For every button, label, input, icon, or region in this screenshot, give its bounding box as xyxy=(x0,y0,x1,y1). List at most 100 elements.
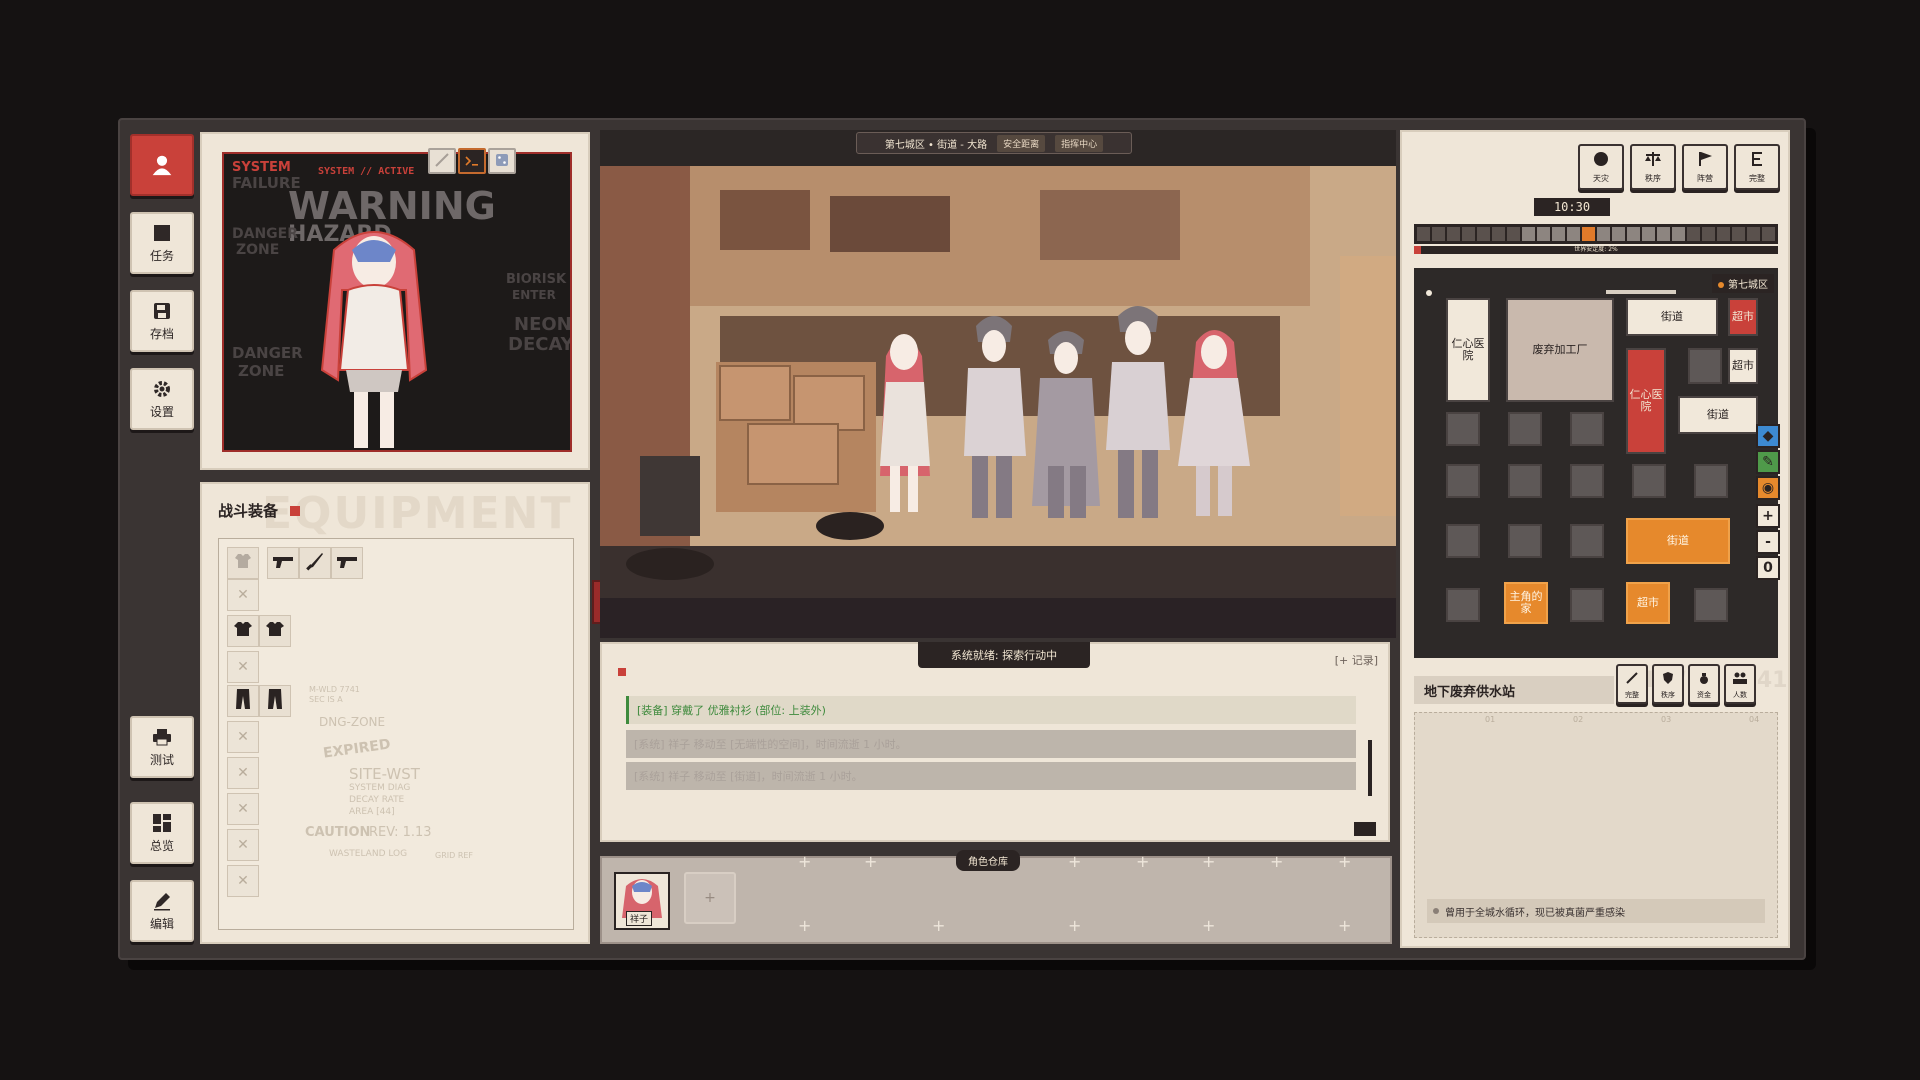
graffiti-text: DECAY xyxy=(508,334,572,355)
location-tag[interactable]: 安全距离 xyxy=(997,134,1046,152)
map-block[interactable] xyxy=(1570,412,1604,446)
location-name: 第七城区 • 街道 - 大路 xyxy=(884,139,988,151)
map-layer-button[interactable]: ◆ xyxy=(1756,424,1780,448)
map-block[interactable] xyxy=(1688,348,1722,384)
map-block[interactable] xyxy=(1570,588,1604,622)
location-stat-population[interactable]: 人数 xyxy=(1724,664,1756,704)
equip-slot-weapon[interactable] xyxy=(267,547,299,579)
log-header: 系统就绪: 探索行动中 xyxy=(918,642,1090,668)
time-slot xyxy=(1702,227,1715,241)
map-block-supermarket[interactable]: 超市 xyxy=(1728,298,1758,336)
equip-slot-sidearm[interactable] xyxy=(331,547,363,579)
sidebar-item-settings[interactable]: 设置 xyxy=(130,368,194,430)
stamp-text: DECAY RATE xyxy=(349,795,405,805)
map-block-supermarket[interactable]: 超市 xyxy=(1626,582,1670,624)
graffiti-text: BIORISK xyxy=(506,272,567,287)
district-name: 第七城区 xyxy=(1728,280,1768,291)
map-view-button[interactable]: ◉ xyxy=(1756,476,1780,500)
log-scrollbar[interactable] xyxy=(1368,740,1372,796)
add-character-button[interactable]: + xyxy=(684,872,736,924)
map-block-home[interactable]: 主角的家 xyxy=(1504,582,1548,624)
map-block[interactable] xyxy=(1446,412,1480,446)
equip-slot-blade[interactable] xyxy=(299,547,331,579)
map-block[interactable] xyxy=(1570,464,1604,498)
equip-slot-empty[interactable]: ✕ xyxy=(227,865,259,897)
equip-slot-top-inner[interactable] xyxy=(227,615,259,647)
location-tag[interactable]: 指挥中心 xyxy=(1055,134,1104,152)
equip-slot-empty[interactable]: ✕ xyxy=(227,651,259,683)
shield-icon xyxy=(1662,669,1674,688)
equip-slot-empty[interactable]: ✕ xyxy=(227,721,259,753)
graffiti-text: NEON xyxy=(514,314,572,335)
map-block-current-location[interactable]: 街道 xyxy=(1626,518,1730,564)
equip-slot-empty[interactable]: ✕ xyxy=(227,757,259,789)
location-stat-funds[interactable]: 资金 xyxy=(1688,664,1720,704)
sidebar-item-save[interactable]: 存档 xyxy=(130,290,194,352)
sidebar-item-edit[interactable]: 编辑 xyxy=(130,880,194,942)
warehouse-title: 角色仓库 xyxy=(956,850,1020,871)
map-block-street[interactable]: 街道 xyxy=(1626,298,1718,336)
map-block-supermarket[interactable]: 超市 xyxy=(1728,348,1758,384)
zoom-reset-button[interactable]: 0 xyxy=(1756,556,1780,580)
stat-button-integrity[interactable]: 完整 xyxy=(1734,144,1780,190)
equip-slot-empty[interactable]: ✕ xyxy=(227,793,259,825)
map-block-hospital[interactable]: 仁心医院 xyxy=(1446,298,1490,402)
event-log-panel: 系统就绪: 探索行动中 [+ 记录] [装备] 穿戴了 优雅衬衫 (部位: 上装… xyxy=(600,642,1390,842)
location-stat-order[interactable]: 秩序 xyxy=(1652,664,1684,704)
map-block[interactable] xyxy=(1570,524,1604,558)
map-block-hospital-alert[interactable]: 仁心医院 xyxy=(1626,348,1666,454)
stat-button-label: 秩序 xyxy=(1645,173,1661,183)
stamp-text: AREA [44] xyxy=(349,807,395,817)
stat-button-label: 天灾 xyxy=(1593,173,1609,183)
equip-slot-top-outer[interactable] xyxy=(259,615,291,647)
sidebar-item-test[interactable]: 测试 xyxy=(130,716,194,778)
sidebar-item-task[interactable]: 任务 xyxy=(130,212,194,274)
stat-button-order[interactable]: 秩序 xyxy=(1630,144,1676,190)
time-slot xyxy=(1477,227,1490,241)
map-block-street[interactable]: 街道 xyxy=(1678,396,1758,434)
terminal-tool-button[interactable] xyxy=(458,148,486,174)
map-block[interactable] xyxy=(1694,588,1728,622)
location-stat-integrity[interactable]: 完整 xyxy=(1616,664,1648,704)
map-block[interactable] xyxy=(1508,464,1542,498)
character-warehouse: 角色仓库 + + + + + + + + + + + + 祥子 + xyxy=(600,850,1392,944)
equip-slot-empty[interactable]: ✕ xyxy=(227,829,259,861)
bullet xyxy=(1433,908,1439,914)
sidebar-item-label: 设置 xyxy=(149,404,174,419)
map-block[interactable] xyxy=(1694,464,1728,498)
wrench-tool-button[interactable] xyxy=(428,148,456,174)
time-slot xyxy=(1627,227,1640,241)
map-pin-button[interactable]: ✎ xyxy=(1756,450,1780,474)
map-block[interactable] xyxy=(1508,524,1542,558)
axis-label: 01 xyxy=(1485,715,1496,724)
pin-icon: ✎ xyxy=(1762,454,1774,470)
map-block[interactable] xyxy=(1508,412,1542,446)
graffiti-text: ZONE xyxy=(236,242,280,258)
time-slot xyxy=(1552,227,1565,241)
map-block[interactable] xyxy=(1446,464,1480,498)
map-block[interactable] xyxy=(1446,524,1480,558)
sidebar-item-overview[interactable]: 总览 xyxy=(130,802,194,864)
time-slot xyxy=(1492,227,1505,241)
time-slot xyxy=(1672,227,1685,241)
map-block[interactable] xyxy=(1446,588,1480,622)
zoom-out-button[interactable]: - xyxy=(1756,530,1780,554)
equip-slot-hat[interactable] xyxy=(227,547,259,579)
knife-icon xyxy=(305,551,325,575)
record-link[interactable]: [+ 记录] xyxy=(1335,652,1378,668)
stat-button-disaster[interactable]: 天灾 xyxy=(1578,144,1624,190)
district-tag: 第七城区 xyxy=(1712,274,1774,293)
sidebar-profile-button[interactable] xyxy=(130,134,194,196)
dice-tool-button[interactable] xyxy=(488,148,516,174)
map-block[interactable] xyxy=(1632,464,1666,498)
stability-label: 世界安定度: 2% xyxy=(1574,246,1618,253)
character-card[interactable]: 祥子 xyxy=(614,872,670,930)
equip-slot-empty[interactable]: ✕ xyxy=(227,579,259,611)
status-panel: 天灾 秩序 阵营 完整 10:30 世界安定度: 2% 第七城区 仁心医院 废弃… xyxy=(1400,130,1790,948)
equip-slot-pants-inner[interactable] xyxy=(227,685,259,717)
equip-slot-pants-outer[interactable] xyxy=(259,685,291,717)
zoom-in-button[interactable]: + xyxy=(1756,504,1780,528)
map-block-factory[interactable]: 废弃加工厂 xyxy=(1506,298,1614,402)
stat-button-faction[interactable]: 阵营 xyxy=(1682,144,1728,190)
log-marker xyxy=(618,668,626,676)
